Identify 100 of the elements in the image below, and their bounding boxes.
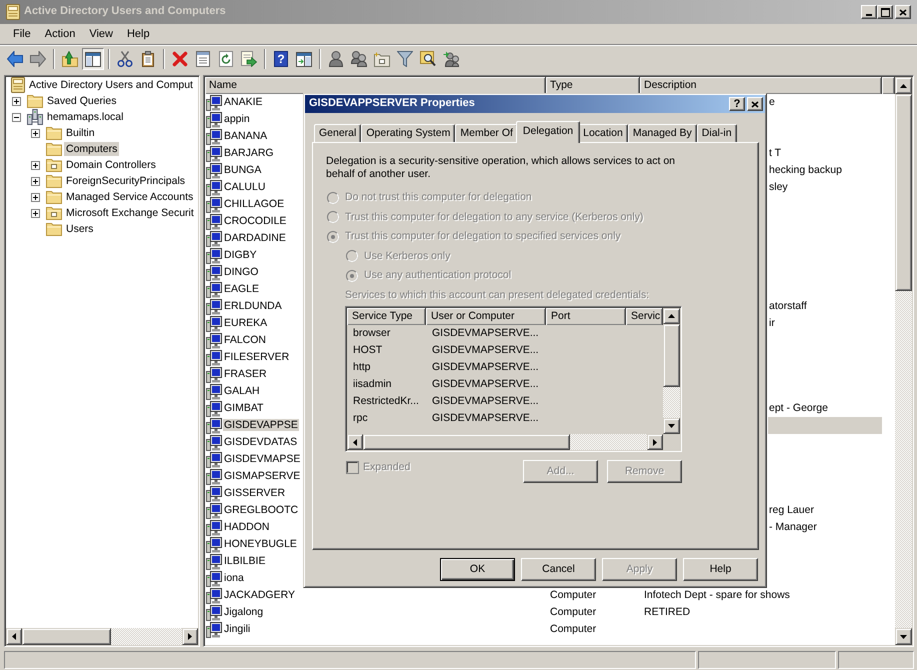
object-description: RETIRED <box>644 606 690 619</box>
computer-name[interactable]: ERLDUNDA <box>223 300 283 312</box>
dialog-button[interactable]: OK <box>440 558 515 581</box>
tab[interactable]: Dial-in <box>696 124 737 142</box>
plus-box-icon[interactable] <box>12 96 21 106</box>
computer-name[interactable]: CROCODILE <box>223 215 288 228</box>
computer-name[interactable]: BUNGA <box>223 164 262 176</box>
tree-item[interactable]: Microsoft Exchange Securit <box>64 206 196 220</box>
tree-item[interactable]: Active Directory Users and Comput <box>27 78 195 92</box>
object-description: - Manager <box>769 521 817 534</box>
computer-name[interactable]: FALCON <box>223 334 268 346</box>
computer-name[interactable]: EUREKA <box>223 317 268 330</box>
computer-name[interactable]: FILESERVER <box>223 351 290 364</box>
computer-name[interactable]: GALAH <box>223 385 261 398</box>
computer-name[interactable]: DIGBY <box>223 249 258 262</box>
computer-name[interactable]: GREGLBOOTC <box>223 504 300 516</box>
computer-name[interactable]: ILBILBIE <box>223 555 266 568</box>
folder-badge-icon[interactable] <box>374 52 390 66</box>
dialog-button[interactable]: Help <box>683 558 758 581</box>
computer-name[interactable]: FRASER <box>223 368 268 380</box>
scroll-down-button[interactable] <box>895 628 912 645</box>
help-button[interactable]: ? <box>729 97 745 111</box>
document-icon[interactable] <box>196 51 210 67</box>
plus-box-icon[interactable] <box>31 128 40 138</box>
computer-name[interactable]: BANANA <box>223 130 268 142</box>
console-tree-button[interactable] <box>82 48 104 70</box>
dialog-button[interactable]: Cancel <box>521 558 596 581</box>
table-cell: iisadmin <box>353 378 392 390</box>
scrollbar-thumb[interactable] <box>895 94 912 291</box>
computer-name[interactable]: HADDON <box>223 521 271 534</box>
computer-name[interactable]: GIMBAT <box>223 402 264 414</box>
triangle-down-icon <box>668 424 675 428</box>
column-header[interactable] <box>882 77 895 94</box>
tab[interactable]: General <box>314 124 362 142</box>
folder-icon <box>46 222 62 236</box>
computer-name[interactable]: EAGLE <box>223 283 260 296</box>
refresh-icon[interactable] <box>219 51 233 67</box>
computer-name[interactable]: JACKADGERY <box>223 589 296 602</box>
scrollbar-thumb[interactable] <box>22 628 111 645</box>
computer-name[interactable]: GISDEVAPPSE <box>223 419 299 432</box>
tree-item[interactable]: ForeignSecurityPrincipals <box>64 174 188 188</box>
computer-icon <box>206 282 222 298</box>
scroll-left-button[interactable] <box>6 628 22 645</box>
triangle-left-icon <box>12 633 16 640</box>
column-header[interactable]: Description <box>640 77 882 94</box>
table-cell: http <box>353 361 371 374</box>
computer-name[interactable]: GISDEVMAPSE <box>223 453 302 466</box>
menu-item[interactable]: File <box>6 24 38 44</box>
computer-name[interactable]: GISSERVER <box>223 487 286 500</box>
window-title: Active Directory Users and Computers <box>24 5 226 19</box>
computer-name[interactable]: iona <box>223 572 245 584</box>
table-cell: browser <box>353 327 390 340</box>
computer-name[interactable]: CHILLAGOE <box>223 198 286 210</box>
computer-icon <box>206 604 222 620</box>
computer-name[interactable]: DARDADINE <box>223 232 287 244</box>
computer-name[interactable]: Jigalong <box>223 606 264 618</box>
tab[interactable]: Member Of <box>455 124 518 142</box>
menu-item[interactable]: Help <box>120 24 157 44</box>
menu-item[interactable]: View <box>82 24 120 44</box>
tree-item[interactable]: Computers <box>64 142 120 156</box>
user-icon[interactable] <box>329 51 343 67</box>
computer-name[interactable]: Jingili <box>223 623 252 636</box>
window-panel-icon[interactable] <box>296 52 312 66</box>
minus-box-icon[interactable] <box>12 112 21 122</box>
column-header[interactable]: Type <box>546 77 640 94</box>
scroll-up-button[interactable] <box>895 77 912 94</box>
column-header[interactable]: Name <box>205 77 546 94</box>
computer-name[interactable]: GISMAPSERVE <box>223 470 302 482</box>
tab[interactable]: Managed By <box>628 124 697 142</box>
tree-item[interactable]: hemamaps.local <box>45 110 126 124</box>
tree-item[interactable]: Builtin <box>64 126 97 140</box>
triangle-left-icon <box>353 438 357 446</box>
computer-icon <box>206 622 222 638</box>
scroll-right-button[interactable] <box>182 628 198 645</box>
window-panel-icon[interactable] <box>85 52 101 66</box>
tab[interactable]: Location <box>578 124 628 142</box>
computer-name[interactable]: GISDEVDATAS <box>223 436 298 448</box>
plus-box-icon[interactable] <box>31 160 40 170</box>
computer-name[interactable]: CALULU <box>223 181 266 194</box>
tree-item[interactable]: Saved Queries <box>45 94 118 108</box>
computer-name[interactable]: DINGO <box>223 266 260 278</box>
computer-name[interactable]: ANAKIE <box>223 96 264 108</box>
computer-name[interactable]: appin <box>223 113 251 126</box>
tab[interactable]: Operating System <box>361 124 456 142</box>
tree-item[interactable]: Domain Controllers <box>64 158 158 172</box>
tree-item[interactable]: Users <box>64 222 96 236</box>
clipboard-icon[interactable] <box>142 51 154 67</box>
computer-icon <box>206 180 222 196</box>
close-button[interactable] <box>747 97 763 111</box>
plus-box-icon[interactable] <box>31 208 40 218</box>
tree-item[interactable]: Managed Service Accounts <box>64 190 196 204</box>
computer-name[interactable]: HONEYBUGLE <box>223 538 298 550</box>
computer-name[interactable]: BARJARG <box>223 147 275 160</box>
plus-box-icon[interactable] <box>31 176 40 186</box>
help-topics-button[interactable]: ? <box>270 48 292 70</box>
plus-box-icon[interactable] <box>31 192 40 202</box>
object-description: sley <box>769 181 788 194</box>
computer-icon <box>206 418 222 434</box>
tab[interactable]: Delegation <box>516 121 580 143</box>
menu-item[interactable]: Action <box>38 24 82 44</box>
